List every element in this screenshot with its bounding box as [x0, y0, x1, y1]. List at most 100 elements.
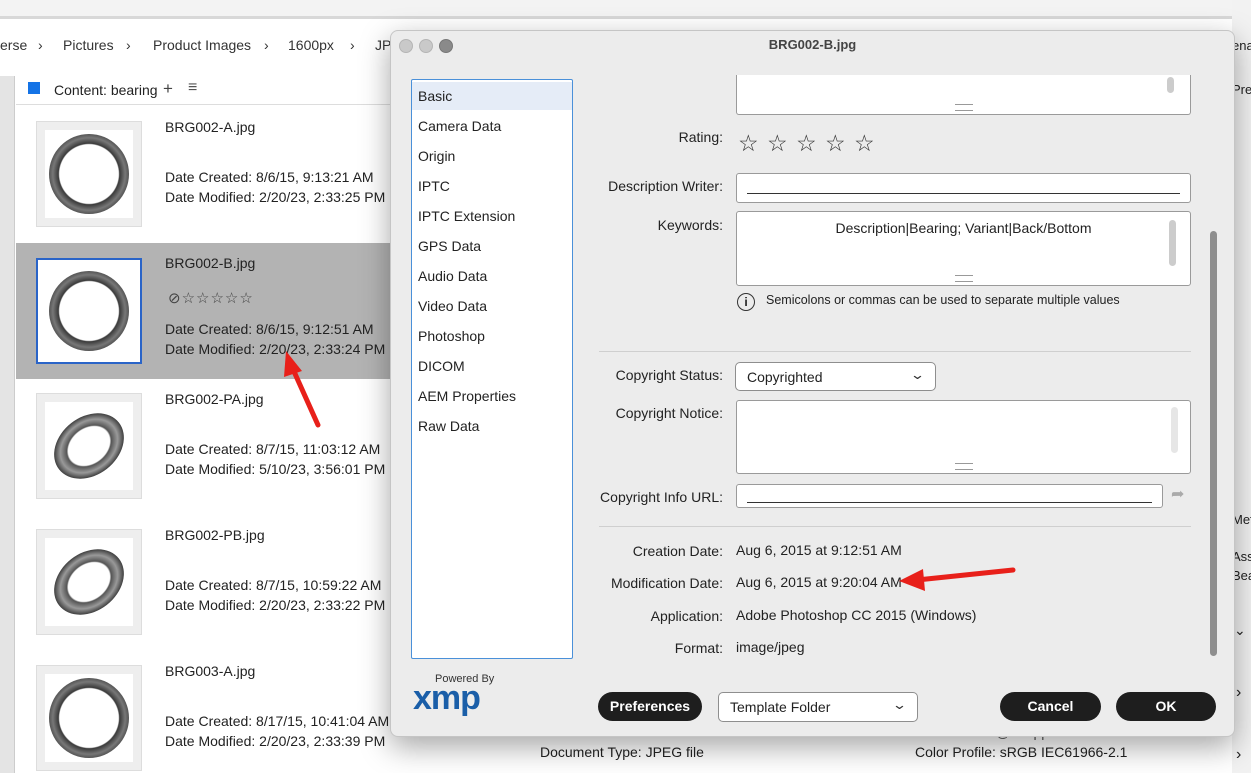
breadcrumb-item[interactable]: Product Images [153, 37, 251, 53]
chevron-right-icon[interactable]: › [1236, 684, 1241, 702]
keywords-label: Keywords: [657, 217, 723, 233]
chevron-right-icon: › [264, 37, 269, 53]
date-modified: Date Modified: 2/20/23, 2:33:24 PM [165, 341, 386, 357]
application-label: Application: [650, 608, 723, 624]
copyright-url-label: Copyright Info URL: [600, 489, 723, 505]
file-name: BRG002-A.jpg [165, 119, 256, 135]
copyright-status-select[interactable]: Copyrighted ⌄ [735, 362, 936, 391]
resize-grip-icon[interactable] [954, 463, 973, 470]
bearing-image [49, 134, 129, 214]
rating-stars[interactable]: ☆ ☆ ☆ ☆ ☆ [738, 130, 876, 157]
color-profile: Color Profile: sRGB IEC61966-2.1 [915, 744, 1128, 760]
category-photoshop[interactable]: Photoshop [412, 322, 572, 350]
chevron-down-icon: ⌄ [909, 367, 926, 382]
thumbnail[interactable] [36, 529, 142, 635]
divider [599, 526, 1191, 527]
open-link-icon[interactable]: ➦ [1171, 484, 1184, 504]
thumbnail[interactable] [36, 121, 142, 227]
chevron-right-icon[interactable]: › [1236, 746, 1241, 764]
chevron-down-icon: ⌄ [891, 697, 908, 712]
keywords-field[interactable]: Description|Bearing; Variant|Back/Bottom [736, 211, 1191, 286]
left-panel-edge [0, 76, 15, 773]
chevron-right-icon: › [126, 37, 131, 53]
date-created: Date Created: 8/7/15, 11:03:12 AM [165, 441, 381, 457]
content-panel-title: Content: bearing [54, 82, 158, 98]
creation-date-value: Aug 6, 2015 at 9:12:51 AM [736, 542, 902, 558]
document-type: Document Type: JPEG file [540, 744, 704, 760]
date-created: Date Created: 8/6/15, 9:12:51 AM [165, 321, 374, 337]
file-row-selected[interactable]: BRG002-B.jpg ⊘☆☆☆☆☆ Date Created: 8/6/15… [16, 243, 396, 379]
file-row[interactable]: BRG002-PB.jpg Date Created: 8/7/15, 10:5… [16, 515, 396, 651]
breadcrumb-item[interactable]: 1600px [288, 37, 334, 53]
xmp-logo: xmp [413, 679, 481, 717]
thumbnail[interactable] [36, 258, 142, 364]
copyright-notice-field[interactable] [736, 400, 1191, 474]
ok-button[interactable]: OK [1116, 692, 1216, 721]
dialog-title: BRG002-B.jpg [768, 37, 857, 52]
panel-menu-icon[interactable]: ≡ [188, 79, 197, 97]
info-icon: i [737, 293, 755, 311]
date-modified: Date Modified: 2/20/23, 2:33:25 PM [165, 189, 386, 205]
resize-grip-icon[interactable] [954, 104, 973, 111]
breadcrumb-item[interactable]: Pictures [63, 37, 114, 53]
description-textarea[interactable] [736, 75, 1191, 115]
category-audio-data[interactable]: Audio Data [412, 262, 572, 290]
content-panel-header: Content: bearing + ≡ [16, 76, 396, 105]
file-name: BRG002-PA.jpg [165, 391, 264, 407]
chevron-right-icon: › [38, 37, 43, 53]
annotation-arrow [284, 351, 321, 428]
chevron-down-icon[interactable]: ⌄ [1234, 622, 1246, 639]
keywords-hint: Semicolons or commas can be used to sepa… [766, 293, 1120, 307]
file-name: BRG002-B.jpg [165, 255, 256, 271]
modification-date-value: Aug 6, 2015 at 9:20:04 AM [736, 574, 902, 590]
cancel-button[interactable]: Cancel [1000, 692, 1101, 721]
date-created: Date Created: 8/17/15, 10:41:04 AM [165, 713, 390, 729]
category-basic[interactable]: Basic [412, 82, 572, 110]
scrollbar-thumb[interactable] [1167, 77, 1174, 93]
top-toolbar-strip [0, 0, 1251, 19]
thumbnail[interactable] [36, 665, 142, 771]
bearing-image [49, 678, 129, 758]
add-tab-icon[interactable]: + [163, 79, 173, 99]
chevron-right-icon: › [350, 37, 355, 53]
bearing-image [41, 535, 137, 629]
date-modified: Date Modified: 5/10/23, 3:56:01 PM [165, 461, 386, 477]
rating-label: Rating: [678, 129, 723, 145]
keywords-value: Description|Bearing; Variant|Back/Bottom [835, 220, 1092, 236]
bearing-image [49, 271, 129, 351]
scrollbar-thumb[interactable] [1169, 220, 1176, 266]
copyright-status-label: Copyright Status: [615, 367, 723, 383]
template-folder-select[interactable]: Template Folder ⌄ [718, 692, 918, 722]
preferences-button[interactable]: Preferences [598, 692, 702, 721]
modification-date-label: Modification Date: [610, 575, 723, 591]
date-created: Date Created: 8/6/15, 9:13:21 AM [165, 169, 374, 185]
description-writer-label: Description Writer: [608, 178, 723, 194]
copyright-notice-label: Copyright Notice: [615, 405, 723, 421]
category-video-data[interactable]: Video Data [412, 292, 572, 320]
format-label: Format: [674, 640, 723, 656]
thumbnail[interactable] [36, 393, 142, 499]
annotation-arrow [899, 567, 1016, 591]
category-gps-data[interactable]: GPS Data [412, 232, 572, 260]
resize-grip-icon[interactable] [954, 275, 973, 282]
file-row[interactable]: BRG002-A.jpg Date Created: 8/6/15, 9:13:… [16, 107, 396, 243]
rating-stars[interactable]: ⊘☆☆☆☆☆ [168, 289, 254, 307]
date-modified: Date Modified: 2/20/23, 2:33:39 PM [165, 733, 386, 749]
format-value: image/jpeg [736, 639, 805, 655]
file-info-dialog: BRG002-B.jpg Basic Camera Data Origin IP… [390, 30, 1235, 737]
file-name: BRG002-PB.jpg [165, 527, 265, 543]
copyright-url-field[interactable] [736, 484, 1163, 508]
date-created: Date Created: 8/7/15, 10:59:22 AM [165, 577, 382, 593]
scrollbar-thumb[interactable] [1171, 407, 1178, 453]
description-writer-field[interactable] [736, 173, 1191, 203]
divider [599, 351, 1191, 352]
category-origin[interactable]: Origin [412, 142, 572, 170]
file-row[interactable]: BRG003-A.jpg Date Created: 8/17/15, 10:4… [16, 651, 396, 773]
application-value: Adobe Photoshop CC 2015 (Windows) [736, 607, 977, 623]
file-name: BRG003-A.jpg [165, 663, 256, 679]
bearing-image [41, 399, 137, 493]
dialog-scrollbar[interactable] [1210, 231, 1217, 656]
file-row[interactable]: BRG002-PA.jpg Date Created: 8/7/15, 11:0… [16, 379, 396, 515]
breadcrumb-item[interactable]: erse [0, 37, 27, 53]
dialog-titlebar: BRG002-B.jpg [391, 31, 1234, 59]
